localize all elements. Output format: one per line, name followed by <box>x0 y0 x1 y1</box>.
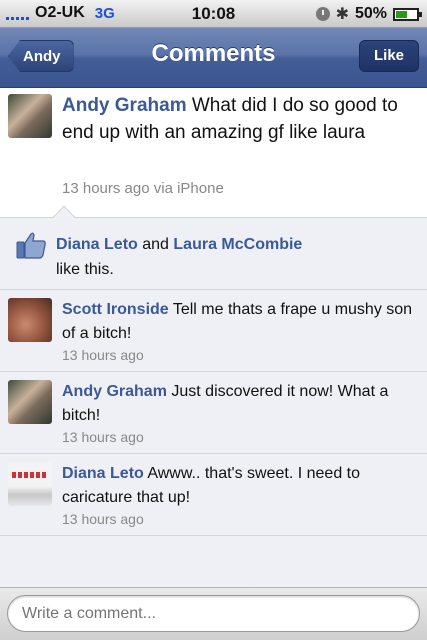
nav-bar: Andy Comments Like <box>0 28 427 88</box>
comment-text: Diana Leto Awww.. that's sweet. I need t… <box>62 462 414 510</box>
lock-rotation-icon <box>315 7 330 21</box>
likes-suffix: like this. <box>56 261 114 278</box>
status-right: ✱ 50% <box>315 4 422 24</box>
comment-text: Scott Ironside Tell me thats a frape u m… <box>62 298 414 346</box>
comment-composer <box>0 587 427 640</box>
battery-icon <box>393 7 422 21</box>
avatar[interactable] <box>8 462 52 506</box>
like-user-1[interactable]: Diana Leto <box>56 236 138 253</box>
comment-text: Andy Graham Just discovered it now! What… <box>62 380 414 428</box>
like-button[interactable]: Like <box>358 40 419 72</box>
comment-item: Diana Leto Awww.. that's sweet. I need t… <box>0 454 427 536</box>
likes-text: Diana Leto and Laura McCombie like this. <box>56 232 416 282</box>
like-user-2[interactable]: Laura McCombie <box>173 236 302 253</box>
likes-conjunction: and <box>142 236 169 253</box>
status-post: Andy Graham What did I do so good to end… <box>0 88 427 218</box>
thumbs-up-icon <box>16 232 46 259</box>
comment-timestamp: 13 hours ago <box>62 511 144 527</box>
post-author[interactable]: Andy Graham <box>62 95 187 116</box>
comment-item: Andy Graham Just discovered it now! What… <box>0 372 427 454</box>
status-bar: O2-UK 3G 10:08 ✱ 50% <box>0 0 427 28</box>
battery-percent: 50% <box>354 5 387 22</box>
post-text: Andy Graham What did I do so good to end… <box>62 92 418 146</box>
avatar[interactable] <box>8 94 52 138</box>
post-timestamp: 13 hours ago via iPhone <box>62 180 224 197</box>
comment-item: Scott Ironside Tell me thats a frape u m… <box>0 290 427 372</box>
avatar[interactable] <box>8 298 52 342</box>
comment-input[interactable] <box>7 595 420 632</box>
comment-author[interactable]: Andy Graham <box>62 383 167 400</box>
comment-author[interactable]: Scott Ironside <box>62 301 169 318</box>
avatar[interactable] <box>8 380 52 424</box>
list-spacer <box>0 536 427 587</box>
comment-author[interactable]: Diana Leto <box>62 465 144 482</box>
comment-timestamp: 13 hours ago <box>62 347 144 363</box>
comment-timestamp: 13 hours ago <box>62 429 144 445</box>
likes-row: Diana Leto and Laura McCombie like this. <box>0 205 427 290</box>
bluetooth-icon: ✱ <box>335 6 349 23</box>
